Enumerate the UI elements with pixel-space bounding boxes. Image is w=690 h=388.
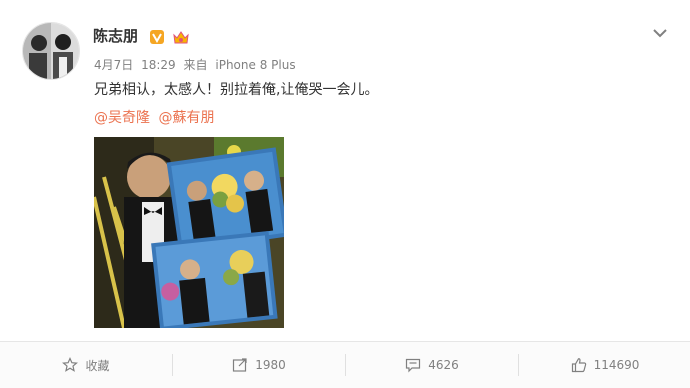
verified-v-icon [150, 30, 164, 44]
weibo-post-card: 陈志朋 4月7日 18:29 来自 iPhone 8 Plus 兄弟相认，太感人… [0, 0, 690, 388]
favorite-button[interactable]: 收藏 [0, 342, 172, 388]
member-crown-icon[interactable] [172, 29, 190, 45]
comment-icon [405, 357, 421, 373]
comment-count: 4626 [428, 358, 459, 372]
post-date[interactable]: 4月7日 [94, 58, 133, 72]
like-count: 114690 [593, 358, 640, 372]
post-time[interactable]: 18:29 [141, 58, 176, 72]
star-icon [62, 357, 79, 373]
chevron-down-icon[interactable] [652, 24, 668, 38]
post-photo[interactable] [94, 137, 284, 328]
like-button[interactable]: 114690 [519, 342, 690, 388]
repost-count: 1980 [255, 358, 286, 372]
repost-button[interactable]: 1980 [173, 342, 345, 388]
post-meta: 4月7日 18:29 来自 iPhone 8 Plus [94, 57, 300, 73]
mentions: @吴奇隆 @蘇有朋 [94, 108, 218, 128]
favorite-label: 收藏 [85, 358, 110, 373]
thumbs-up-icon [571, 357, 587, 373]
via-label: 来自 [183, 58, 208, 72]
mention-link[interactable]: @吴奇隆 [94, 110, 150, 126]
repost-icon [232, 357, 248, 373]
author-name[interactable]: 陈志朋 [93, 26, 138, 46]
action-bar: 收藏 1980 4626 114690 [0, 341, 690, 388]
post-device: iPhone 8 Plus [215, 58, 296, 72]
comment-button[interactable]: 4626 [346, 342, 518, 388]
avatar[interactable] [22, 22, 80, 80]
post-text: 兄弟相认，太感人！别拉着俺,让俺哭一会儿。 [94, 82, 379, 98]
mention-link[interactable]: @蘇有朋 [158, 110, 214, 126]
